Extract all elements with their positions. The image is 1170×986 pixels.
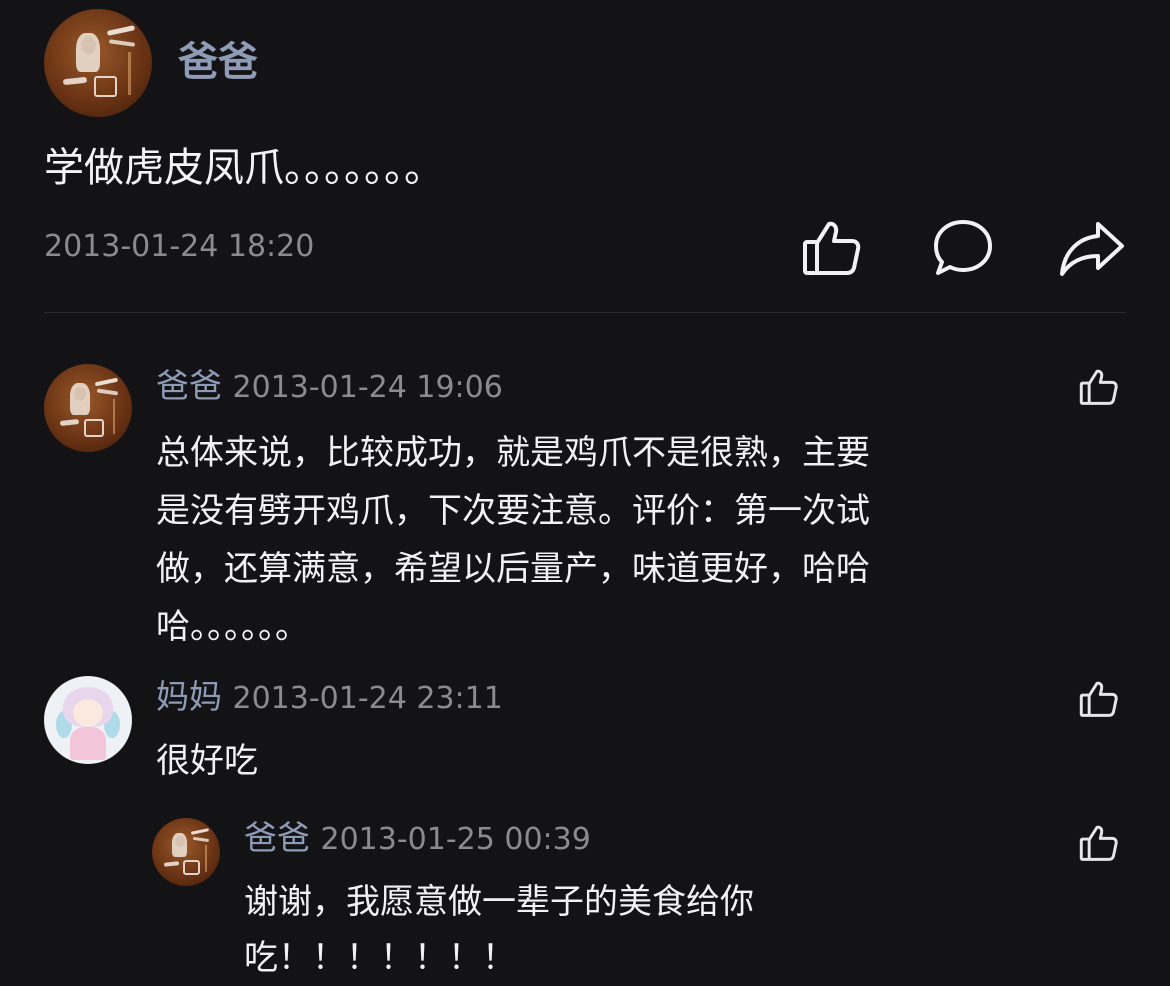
comment-like-icon[interactable] <box>1078 678 1120 720</box>
comment-timestamp: 2013-01-24 23:11 <box>232 681 503 716</box>
avatar[interactable] <box>44 364 132 452</box>
share-icon[interactable] <box>1058 218 1126 278</box>
reply-text: 谢谢，我愿意做一辈子的美食给你 吃！！！！！！！ <box>244 874 754 986</box>
comment-line: 哈。。。。。。 <box>156 607 309 647</box>
post-author-name[interactable]: 爸爸 <box>178 38 258 86</box>
avatar[interactable] <box>152 818 220 886</box>
comment-author[interactable]: 爸爸 <box>156 366 222 405</box>
post-text: 学做虎皮凤爪。。。。。。。 <box>44 145 444 191</box>
post-timestamp: 2013-01-24 18:20 <box>44 229 315 264</box>
avatar[interactable] <box>44 676 132 764</box>
reply-header: 爸爸 2013-01-25 00:39 <box>244 817 591 861</box>
reply-timestamp: 2013-01-25 00:39 <box>320 822 591 857</box>
comment-icon[interactable] <box>930 216 996 280</box>
post-author-avatar[interactable] <box>44 9 152 117</box>
comment-line: 总体来说，比较成功，就是鸡爪不是很熟，主要 <box>156 433 870 473</box>
comment-timestamp: 2013-01-24 19:06 <box>232 370 503 405</box>
reply-like-icon[interactable] <box>1078 822 1120 864</box>
comment-author[interactable]: 妈妈 <box>156 677 222 716</box>
comment-text: 很好吃 <box>156 734 258 788</box>
reply-author[interactable]: 爸爸 <box>244 818 310 857</box>
comment-line: 做，还算满意，希望以后量产，味道更好，哈哈 <box>156 549 870 589</box>
comment-line: 是没有劈开鸡爪，下次要注意。评价：第一次试 <box>156 491 870 531</box>
divider <box>44 312 1126 313</box>
comment-text: 总体来说，比较成功，就是鸡爪不是很熟，主要 是没有劈开鸡爪，下次要注意。评价：第… <box>156 424 870 656</box>
like-icon[interactable] <box>800 216 864 280</box>
comment-line: 很好吃 <box>156 741 258 781</box>
reply-line: 谢谢，我愿意做一辈子的美食给你 <box>244 882 754 922</box>
reply-line: 吃！！！！！！！ <box>244 938 516 978</box>
comment-header: 妈妈 2013-01-24 23:11 <box>156 676 503 720</box>
comment-like-icon[interactable] <box>1078 366 1120 408</box>
comment-header: 爸爸 2013-01-24 19:06 <box>156 365 503 409</box>
